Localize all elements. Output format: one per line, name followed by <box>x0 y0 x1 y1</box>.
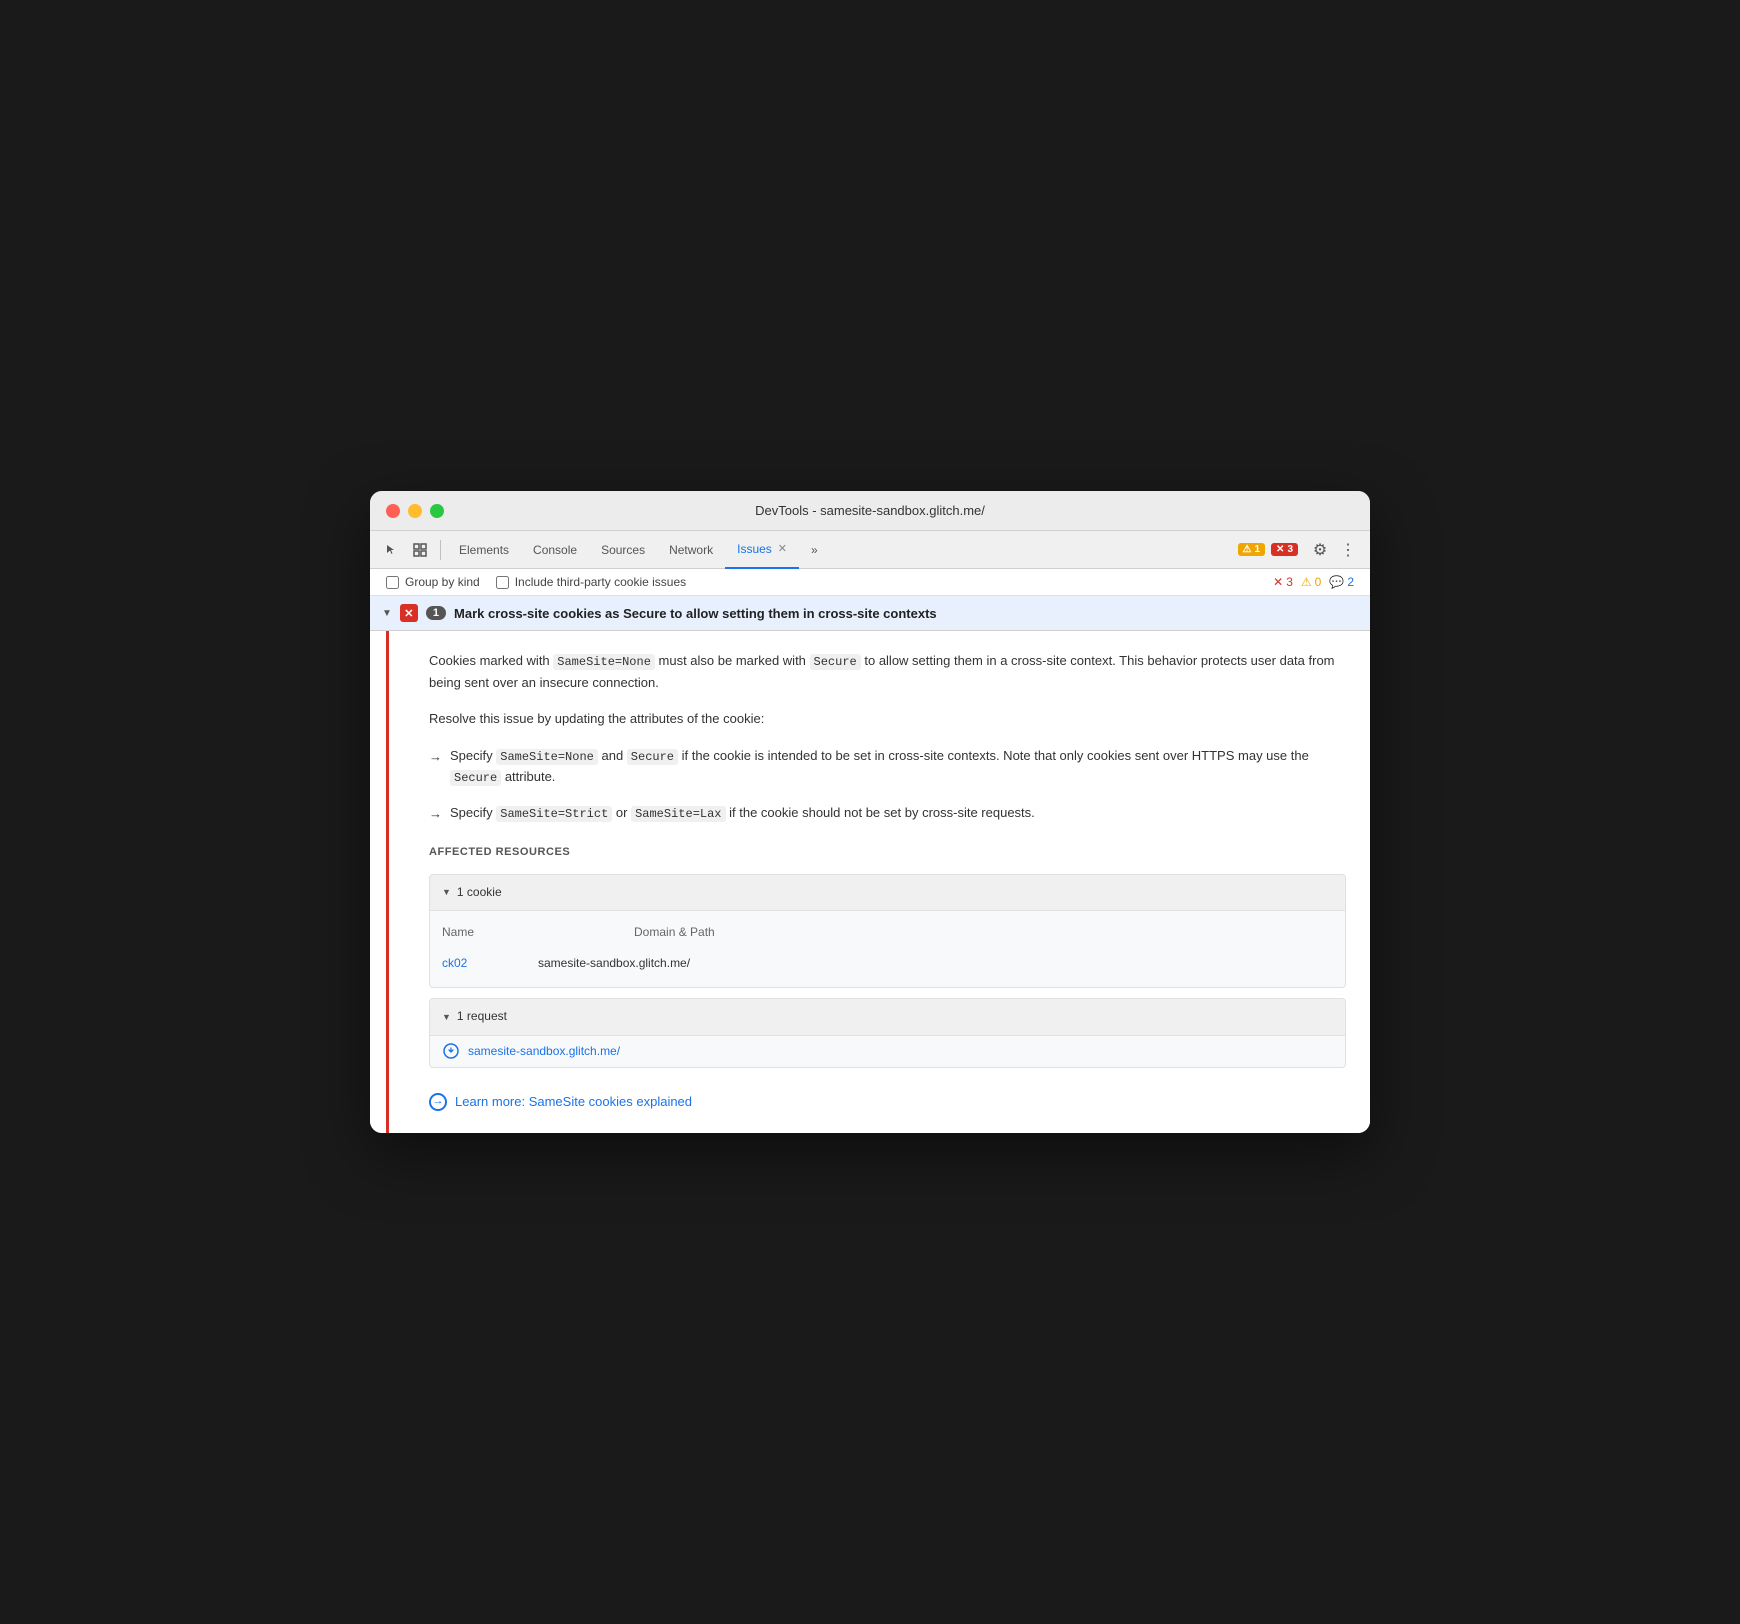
request-resource-group: ▼ 1 request samesite-sandbox.glitch.me/ <box>429 998 1346 1067</box>
cookie-group-header[interactable]: ▼ 1 cookie <box>430 875 1345 911</box>
cookie-chevron-icon: ▼ <box>442 885 451 899</box>
request-group-label: 1 request <box>457 1007 507 1026</box>
maximize-button[interactable] <box>430 504 444 518</box>
minimize-button[interactable] <box>408 504 422 518</box>
error-badge[interactable]: ✕ 3 <box>1271 543 1298 556</box>
bullet1-code2: Secure <box>627 749 678 765</box>
traffic-lights <box>386 504 444 518</box>
info-count-icon: 💬 <box>1329 575 1344 589</box>
devtools-tab-bar: Elements Console Sources Network Issues … <box>370 531 1370 569</box>
cookie-table-header: Name Domain & Path <box>442 919 1333 946</box>
request-chevron-icon: ▼ <box>442 1010 451 1024</box>
bullet1-code3: Secure <box>450 770 501 786</box>
issue-description-para1: Cookies marked with SameSite=None must a… <box>429 651 1346 693</box>
inspect-icon[interactable] <box>406 536 434 564</box>
request-row: samesite-sandbox.glitch.me/ <box>430 1036 1345 1067</box>
chevron-down-icon: ▼ <box>382 608 392 619</box>
warning-badge[interactable]: ⚠ 1 <box>1238 543 1266 556</box>
tab-elements[interactable]: Elements <box>447 531 521 569</box>
content-area: ▼ ✕ 1 Mark cross-site cookies as Secure … <box>370 596 1370 1132</box>
info-count-badge: 💬 2 <box>1329 575 1354 589</box>
group-by-kind-filter[interactable]: Group by kind <box>386 575 480 589</box>
code-samesite-none: SameSite=None <box>553 654 655 670</box>
cookie-group-label: 1 cookie <box>457 883 502 902</box>
cookie-domain: samesite-sandbox.glitch.me/ <box>538 954 690 973</box>
cookie-resource-group: ▼ 1 cookie Name Domain & Path ck02 sames… <box>429 874 1346 989</box>
cookie-name-link[interactable]: ck02 <box>442 954 522 973</box>
bullet-item-1: → Specify SameSite=None and Secure if th… <box>429 746 1346 788</box>
issue-body: Cookies marked with SameSite=None must a… <box>386 631 1370 1132</box>
cookie-table: Name Domain & Path ck02 samesite-sandbox… <box>430 911 1345 987</box>
third-party-checkbox[interactable] <box>496 576 509 589</box>
learn-more-section: → Learn more: SameSite cookies explained <box>429 1088 1346 1113</box>
request-download-icon <box>442 1042 460 1060</box>
close-button[interactable] <box>386 504 400 518</box>
error-icon: ✕ <box>1276 544 1284 555</box>
window-title: DevTools - samesite-sandbox.glitch.me/ <box>755 503 985 518</box>
tab-sources[interactable]: Sources <box>589 531 657 569</box>
cursor-icon[interactable] <box>378 536 406 564</box>
issue-header[interactable]: ▼ ✕ 1 Mark cross-site cookies as Secure … <box>370 596 1370 631</box>
group-by-kind-checkbox[interactable] <box>386 576 399 589</box>
title-bar: DevTools - samesite-sandbox.glitch.me/ <box>370 491 1370 531</box>
code-secure: Secure <box>810 654 861 670</box>
filter-bar: Group by kind Include third-party cookie… <box>370 569 1370 596</box>
third-party-filter[interactable]: Include third-party cookie issues <box>496 575 686 589</box>
bullet-item-2: → Specify SameSite=Strict or SameSite=La… <box>429 803 1346 825</box>
issue-count-badge: 1 <box>426 606 446 620</box>
affected-resources-label: Affected Resources <box>429 844 1346 862</box>
warning-icon: ⚠ <box>1243 544 1252 555</box>
bullet2-code2: SameSite=Lax <box>631 806 725 822</box>
col-domain: Domain & Path <box>634 923 715 942</box>
settings-button[interactable]: ⚙ <box>1306 536 1334 564</box>
learn-more-link[interactable]: Learn more: SameSite cookies explained <box>455 1092 692 1113</box>
request-group-header[interactable]: ▼ 1 request <box>430 999 1345 1035</box>
affected-resources: Affected Resources ▼ 1 cookie Name Domai… <box>429 844 1346 1068</box>
error-count-badge: ✕ 3 <box>1273 575 1293 589</box>
tab-issues[interactable]: Issues ✕ <box>725 531 799 569</box>
arrow-icon-2: → <box>429 804 442 825</box>
col-name: Name <box>442 923 474 942</box>
cookie-row: ck02 samesite-sandbox.glitch.me/ <box>442 952 1333 975</box>
issue-resolve-para: Resolve this issue by updating the attri… <box>429 709 1346 730</box>
tab-separator <box>440 540 441 560</box>
bullet2-code1: SameSite=Strict <box>496 806 612 822</box>
request-url-link[interactable]: samesite-sandbox.glitch.me/ <box>468 1042 620 1061</box>
warning-count-badge: ⚠ 0 <box>1301 575 1321 589</box>
error-count-icon: ✕ <box>1273 575 1283 589</box>
bullet1-code1: SameSite=None <box>496 749 598 765</box>
warning-count-icon: ⚠ <box>1301 575 1312 589</box>
issue-error-icon: ✕ <box>400 604 418 622</box>
issue-counts: ✕ 3 ⚠ 0 💬 2 <box>1273 575 1354 589</box>
devtools-window: DevTools - samesite-sandbox.glitch.me/ E… <box>370 491 1370 1132</box>
tab-console[interactable]: Console <box>521 531 589 569</box>
top-badges: ⚠ 1 ✕ 3 <box>1238 543 1298 556</box>
arrow-icon-1: → <box>429 747 442 768</box>
learn-more-icon: → <box>429 1093 447 1111</box>
issue-title: Mark cross-site cookies as Secure to all… <box>454 606 937 621</box>
tab-close-icon[interactable]: ✕ <box>778 542 787 555</box>
more-options-button[interactable]: ⋮ <box>1334 536 1362 564</box>
tab-more[interactable]: » <box>799 531 830 569</box>
tab-network[interactable]: Network <box>657 531 725 569</box>
